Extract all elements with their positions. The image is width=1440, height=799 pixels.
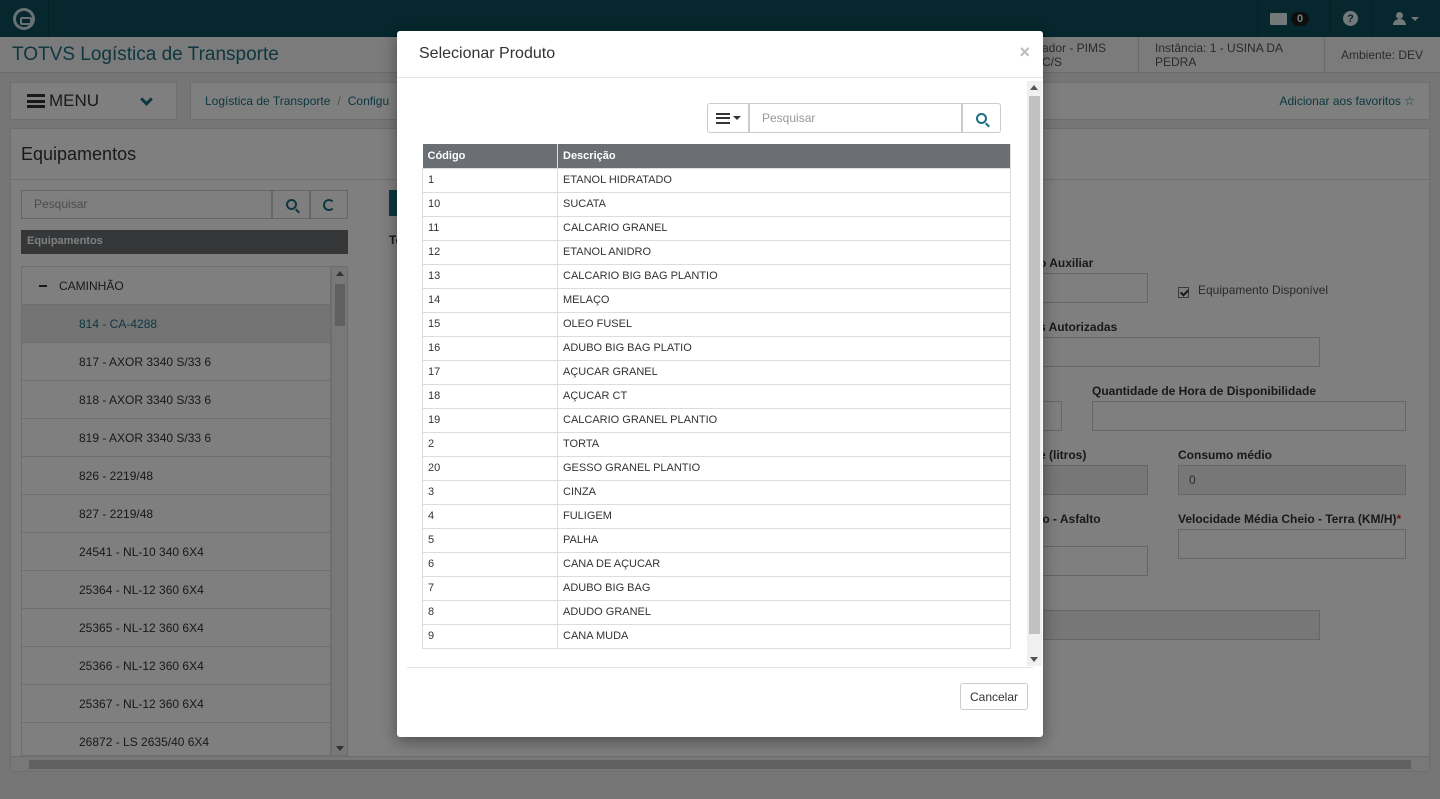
divider — [397, 77, 1043, 78]
cell-descricao: ETANOL HIDRATADO — [557, 167, 1011, 193]
cell-codigo: 12 — [422, 239, 558, 265]
cell-descricao: CANA MUDA — [557, 623, 1011, 649]
table-row[interactable]: 5 PALHA — [422, 527, 1011, 553]
product-search-input[interactable]: Pesquisar — [749, 103, 962, 133]
cell-codigo: 18 — [422, 383, 558, 409]
table-row[interactable]: 7 ADUBO BIG BAG — [422, 575, 1011, 601]
table-row[interactable]: 13 CALCARIO BIG BAG PLANTIO — [422, 263, 1011, 289]
table-row[interactable]: 15 OLEO FUSEL — [422, 311, 1011, 337]
cell-descricao: FULIGEM — [557, 503, 1011, 529]
cell-codigo: 4 — [422, 503, 558, 529]
cell-codigo: 11 — [422, 215, 558, 241]
table-row[interactable]: 17 AÇUCAR GRANEL — [422, 359, 1011, 385]
cell-descricao: AÇUCAR GRANEL — [557, 359, 1011, 385]
table-row[interactable]: 14 MELAÇO — [422, 287, 1011, 313]
table-row[interactable]: 10 SUCATA — [422, 191, 1011, 217]
cell-codigo: 20 — [422, 455, 558, 481]
cell-descricao: TORTA — [557, 431, 1011, 457]
cell-codigo: 3 — [422, 479, 558, 505]
table-row[interactable]: 11 CALCARIO GRANEL — [422, 215, 1011, 241]
cell-descricao: CALCARIO GRANEL PLANTIO — [557, 407, 1011, 433]
list-icon — [715, 112, 730, 124]
table-row[interactable]: 19 CALCARIO GRANEL PLANTIO — [422, 407, 1011, 433]
cancel-button[interactable]: Cancelar — [960, 683, 1028, 710]
table-row[interactable]: 18 AÇUCAR CT — [422, 383, 1011, 409]
table-row[interactable]: 6 CANA DE AÇUCAR — [422, 551, 1011, 577]
table-header-row: Código Descrição — [422, 144, 1011, 168]
cell-codigo: 2 — [422, 431, 558, 457]
cell-descricao: CINZA — [557, 479, 1011, 505]
cell-codigo: 9 — [422, 623, 558, 649]
table-row[interactable]: 8 ADUDO GRANEL — [422, 599, 1011, 625]
close-icon[interactable]: × — [1019, 42, 1030, 63]
cell-codigo: 17 — [422, 359, 558, 385]
column-header-codigo[interactable]: Código — [422, 144, 558, 168]
cell-descricao: AÇUCAR CT — [557, 383, 1011, 409]
modal-body: Pesquisar Código Descrição 1 ETANOL HIDRA… — [407, 79, 1033, 667]
product-search-button[interactable] — [962, 103, 1001, 133]
cell-descricao: ADUDO GRANEL — [557, 599, 1011, 625]
modal-title: Selecionar Produto — [419, 45, 556, 62]
product-table: Código Descrição 1 ETANOL HIDRATADO 10 SUCA… — [422, 144, 1011, 649]
cell-codigo: 10 — [422, 191, 558, 217]
modal-scrollbar[interactable] — [1027, 81, 1042, 666]
divider — [407, 667, 1033, 668]
cell-descricao: ADUBO BIG BAG — [557, 575, 1011, 601]
cell-codigo: 16 — [422, 335, 558, 361]
table-row[interactable]: 9 CANA MUDA — [422, 623, 1011, 649]
cell-descricao: MELAÇO — [557, 287, 1011, 313]
cell-codigo: 5 — [422, 527, 558, 553]
cell-codigo: 13 — [422, 263, 558, 289]
cell-descricao: SUCATA — [557, 191, 1011, 217]
cell-descricao: ADUBO BIG BAG PLATIO — [557, 335, 1011, 361]
table-row[interactable]: 12 ETANOL ANIDRO — [422, 239, 1011, 265]
table-row[interactable]: 2 TORTA — [422, 431, 1011, 457]
table-row[interactable]: 16 ADUBO BIG BAG PLATIO — [422, 335, 1011, 361]
cell-codigo: 8 — [422, 599, 558, 625]
cell-descricao: GESSO GRANEL PLANTIO — [557, 455, 1011, 481]
cell-codigo: 14 — [422, 287, 558, 313]
cell-codigo: 1 — [422, 167, 558, 193]
cell-codigo: 19 — [422, 407, 558, 433]
cell-descricao: CALCARIO GRANEL — [557, 215, 1011, 241]
cell-descricao: PALHA — [557, 527, 1011, 553]
table-row[interactable]: 4 FULIGEM — [422, 503, 1011, 529]
table-row[interactable]: 1 ETANOL HIDRATADO — [422, 167, 1011, 193]
cell-codigo: 6 — [422, 551, 558, 577]
caret-down-icon — [732, 116, 741, 120]
cell-descricao: ETANOL ANIDRO — [557, 239, 1011, 265]
column-header-descricao[interactable]: Descrição — [557, 144, 1011, 168]
table-row[interactable]: 3 CINZA — [422, 479, 1011, 505]
search-icon — [976, 112, 987, 124]
table-row[interactable]: 20 GESSO GRANEL PLANTIO — [422, 455, 1011, 481]
cell-codigo: 7 — [422, 575, 558, 601]
cell-descricao: CANA DE AÇUCAR — [557, 551, 1011, 577]
cell-descricao: CALCARIO BIG BAG PLANTIO — [557, 263, 1011, 289]
cell-codigo: 15 — [422, 311, 558, 337]
cell-descricao: OLEO FUSEL — [557, 311, 1011, 337]
column-options-button[interactable] — [707, 103, 749, 133]
select-product-modal: Selecionar Produto × Pesquisar Código De… — [397, 31, 1043, 737]
